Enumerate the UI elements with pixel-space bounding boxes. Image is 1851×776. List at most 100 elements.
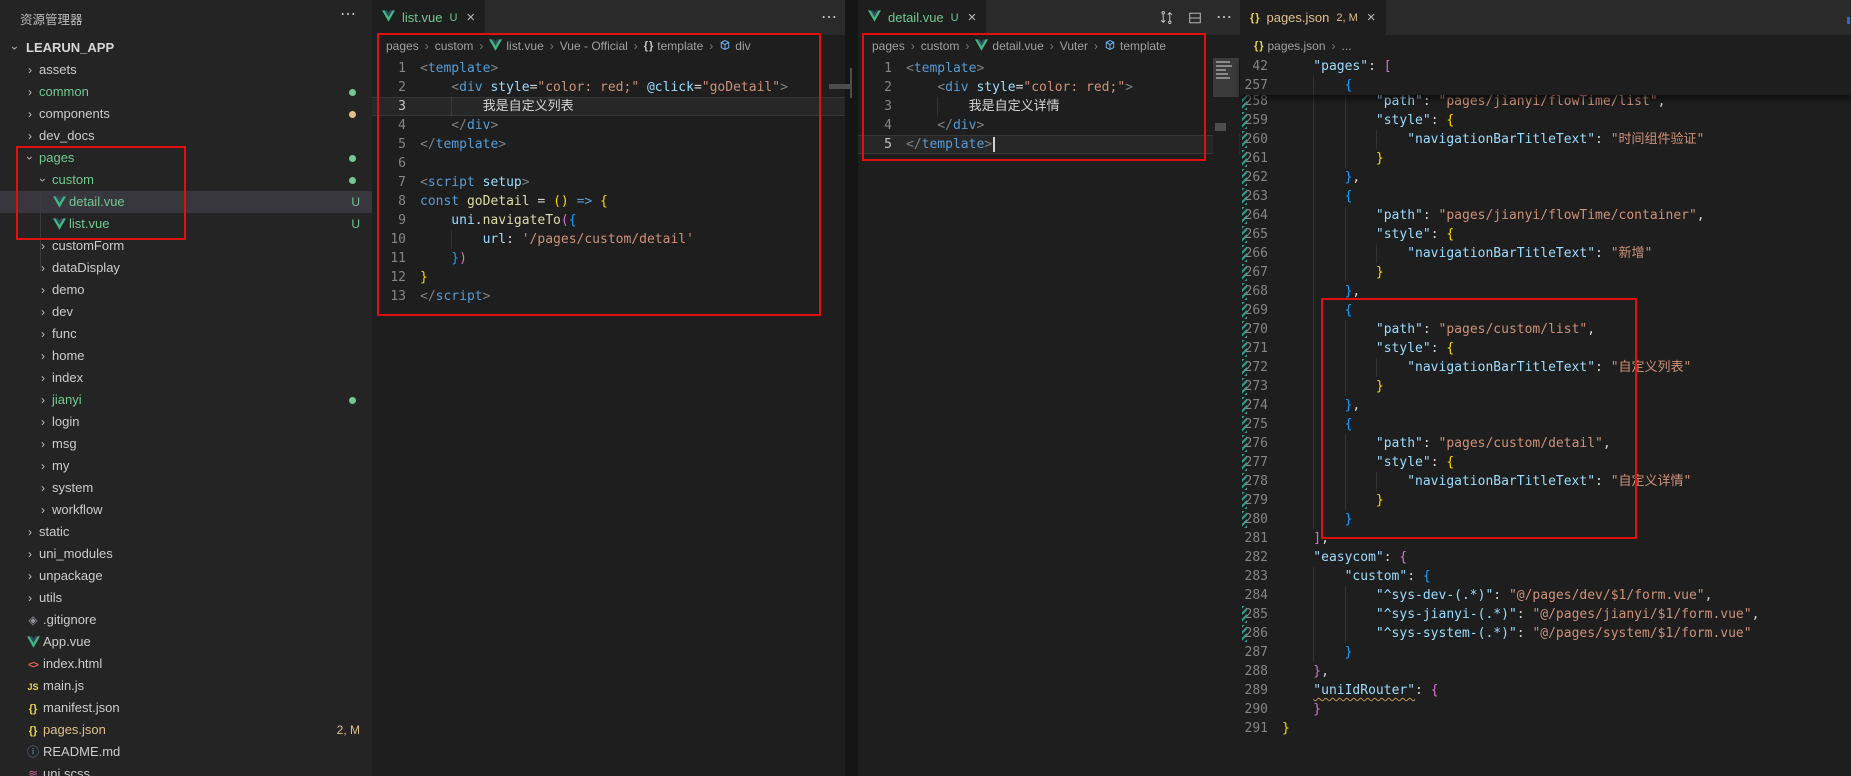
scrollbar-slider[interactable] <box>850 68 852 98</box>
code-line-10[interactable]: 10 url: '/pages/custom/detail' <box>372 230 845 249</box>
editor-group-sash[interactable] <box>845 0 858 776</box>
code-line-5[interactable]: 5</template> <box>858 135 1240 154</box>
sticky-line-42[interactable]: 42 "pages": [ <box>1240 57 1851 76</box>
code-line-276[interactable]: 276 "path": "pages/custom/detail", <box>1240 434 1851 453</box>
tree-item-demo[interactable]: ›demo <box>0 279 372 301</box>
code-line-266[interactable]: 266 "navigationBarTitleText": "新增" <box>1240 244 1851 263</box>
code-line-279[interactable]: 279 } <box>1240 491 1851 510</box>
code-line-3[interactable]: 3 我是自定义列表 <box>372 97 845 116</box>
code-line-291[interactable]: 291} <box>1240 719 1851 738</box>
breadcrumb-item[interactable]: Vuter <box>1060 39 1088 53</box>
tree-item-README.md[interactable]: ⓘREADME.md <box>0 741 372 763</box>
code-line-12[interactable]: 12} <box>372 268 845 287</box>
tree-item-uni.scss[interactable]: ≋uni.scss <box>0 763 372 776</box>
more-actions-icon[interactable]: ⋯ <box>1216 0 1232 35</box>
tree-item-pages[interactable]: ›pages <box>0 147 372 169</box>
tree-item-.gitignore[interactable]: ◈.gitignore <box>0 609 372 631</box>
tab-list-vue[interactable]: list.vue U × <box>372 0 485 35</box>
code-line-11[interactable]: 11 }) <box>372 249 845 268</box>
code-line-1[interactable]: 1<template> <box>372 59 845 78</box>
tree-item-assets[interactable]: ›assets <box>0 59 372 81</box>
code-line-274[interactable]: 274 }, <box>1240 396 1851 415</box>
code-line-272[interactable]: 272 "navigationBarTitleText": "自定义列表" <box>1240 358 1851 377</box>
tree-item-components[interactable]: ›components <box>0 103 372 125</box>
code-line-262[interactable]: 262 }, <box>1240 168 1851 187</box>
tree-item-main.js[interactable]: JSmain.js <box>0 675 372 697</box>
breadcrumb-item[interactable]: pages <box>386 39 419 53</box>
tree-item-detail.vue[interactable]: detail.vueU <box>0 191 372 213</box>
tree-item-index[interactable]: ›index <box>0 367 372 389</box>
tree-item-func[interactable]: ›func <box>0 323 372 345</box>
tree-item-workflow[interactable]: ›workflow <box>0 499 372 521</box>
breadcrumb-item[interactable]: ... <box>1342 39 1352 53</box>
code-line-263[interactable]: 263 { <box>1240 187 1851 206</box>
code-line-260[interactable]: 260 "navigationBarTitleText": "时间组件验证" <box>1240 130 1851 149</box>
tree-item-pages.json[interactable]: {}pages.json2, M <box>0 719 372 741</box>
tree-item-dev[interactable]: ›dev <box>0 301 372 323</box>
breadcrumb-item[interactable]: { }template <box>644 39 704 53</box>
code-line-277[interactable]: 277 "style": { <box>1240 453 1851 472</box>
code-line-285[interactable]: 285 "^sys-jianyi-(.*)": "@/pages/jianyi/… <box>1240 605 1851 624</box>
tree-item-jianyi[interactable]: ›jianyi <box>0 389 372 411</box>
code-line-2[interactable]: 2 <div style="color: red;"> <box>858 78 1240 97</box>
breadcrumb-item[interactable]: custom <box>435 39 474 53</box>
code-line-282[interactable]: 282 "easycom": { <box>1240 548 1851 567</box>
tree-item-App.vue[interactable]: App.vue <box>0 631 372 653</box>
tree-item-customForm[interactable]: ›customForm <box>0 235 372 257</box>
code-line-271[interactable]: 271 "style": { <box>1240 339 1851 358</box>
tab-pages-json[interactable]: { } pages.json 2, M × <box>1240 0 1386 35</box>
scrollbar-slider[interactable] <box>829 84 850 89</box>
tree-item-unpackage[interactable]: ›unpackage <box>0 565 372 587</box>
code-editor[interactable]: 1<template>2 <div style="color: red;" @c… <box>372 57 845 776</box>
code-line-278[interactable]: 278 "navigationBarTitleText": "自定义详情" <box>1240 472 1851 491</box>
code-line-287[interactable]: 287 } <box>1240 643 1851 662</box>
code-line-268[interactable]: 268 }, <box>1240 282 1851 301</box>
code-line-283[interactable]: 283 "custom": { <box>1240 567 1851 586</box>
breadcrumb-item[interactable]: detail.vue <box>975 39 1043 54</box>
code-line-4[interactable]: 4 </div> <box>858 116 1240 135</box>
tree-root-learun-app[interactable]: ›LEARUN_APP <box>0 37 372 59</box>
split-editor-icon[interactable] <box>1188 11 1202 25</box>
code-line-284[interactable]: 284 "^sys-dev-(.*)": "@/pages/dev/$1/for… <box>1240 586 1851 605</box>
minimap[interactable] <box>1213 35 1239 776</box>
code-line-9[interactable]: 9 uni.navigateTo({ <box>372 211 845 230</box>
breadcrumb-item[interactable]: { }pages.json <box>1254 39 1326 53</box>
more-actions-icon[interactable]: ⋯ <box>340 4 356 24</box>
tree-item-manifest.json[interactable]: {}manifest.json <box>0 697 372 719</box>
code-editor[interactable]: 1<template>2 <div style="color: red;">3 … <box>858 57 1240 776</box>
code-line-290[interactable]: 290 } <box>1240 700 1851 719</box>
code-line-265[interactable]: 265 "style": { <box>1240 225 1851 244</box>
tree-item-login[interactable]: ›login <box>0 411 372 433</box>
tree-item-index.html[interactable]: <>index.html <box>0 653 372 675</box>
code-line-286[interactable]: 286 "^sys-system-(.*)": "@/pages/system/… <box>1240 624 1851 643</box>
tree-item-dev_docs[interactable]: ›dev_docs <box>0 125 372 147</box>
code-line-264[interactable]: 264 "path": "pages/jianyi/flowTime/conta… <box>1240 206 1851 225</box>
tree-item-system[interactable]: ›system <box>0 477 372 499</box>
tree-item-home[interactable]: ›home <box>0 345 372 367</box>
tree-item-my[interactable]: ›my <box>0 455 372 477</box>
close-icon[interactable]: × <box>466 9 475 26</box>
code-line-259[interactable]: 259 "style": { <box>1240 111 1851 130</box>
code-line-269[interactable]: 269 { <box>1240 301 1851 320</box>
more-actions-icon[interactable]: ⋯ <box>821 0 837 35</box>
code-line-267[interactable]: 267 } <box>1240 263 1851 282</box>
tab-detail-vue[interactable]: detail.vue U × <box>858 0 986 35</box>
sticky-scroll[interactable]: 42 "pages": [257 { <box>1240 57 1851 95</box>
breadcrumb-item[interactable]: Vue - Official <box>560 39 628 53</box>
code-line-7[interactable]: 7<script setup> <box>372 173 845 192</box>
code-line-2[interactable]: 2 <div style="color: red;" @click="goDet… <box>372 78 845 97</box>
code-line-288[interactable]: 288 }, <box>1240 662 1851 681</box>
breadcrumb-item[interactable]: template <box>1104 39 1166 54</box>
close-icon[interactable]: × <box>968 9 977 26</box>
breadcrumb-item[interactable]: div <box>719 39 750 54</box>
tree-item-dataDisplay[interactable]: ›dataDisplay <box>0 257 372 279</box>
code-line-275[interactable]: 275 { <box>1240 415 1851 434</box>
sticky-line-257[interactable]: 257 { <box>1240 76 1851 95</box>
close-icon[interactable]: × <box>1367 9 1376 26</box>
code-line-3[interactable]: 3 我是自定义详情 <box>858 97 1240 116</box>
code-line-281[interactable]: 281 ], <box>1240 529 1851 548</box>
compare-changes-icon[interactable] <box>1159 10 1174 25</box>
tree-item-custom[interactable]: ›custom <box>0 169 372 191</box>
breadcrumb-item[interactable]: pages <box>872 39 905 53</box>
code-line-6[interactable]: 6 <box>372 154 845 173</box>
